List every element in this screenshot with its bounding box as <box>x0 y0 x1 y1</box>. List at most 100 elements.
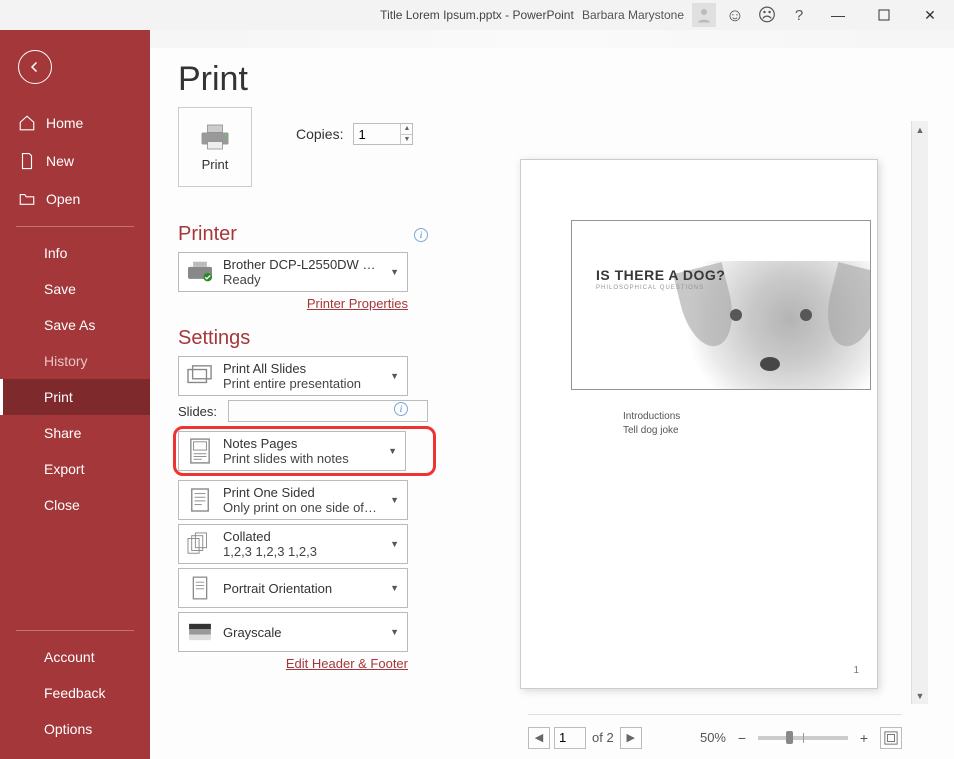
print-what-title: Print All Slides <box>223 361 380 376</box>
titlebar: Title Lorem Ipsum.pptx - PowerPoint Barb… <box>0 0 954 30</box>
page-number: 1 <box>853 665 859 676</box>
sidebar-item-close[interactable]: Close <box>0 487 150 523</box>
sidebar-item-home[interactable]: Home <box>0 104 150 142</box>
printer-info-icon[interactable]: i <box>414 228 428 242</box>
zoom-slider[interactable] <box>758 736 848 740</box>
printer-properties-link[interactable]: Printer Properties <box>178 296 408 311</box>
print-what-sub: Print entire presentation <box>223 376 380 391</box>
chevron-down-icon: ▼ <box>388 627 401 637</box>
help-button[interactable]: ? <box>786 2 812 28</box>
sidebar-item-history[interactable]: History <box>0 343 150 379</box>
scroll-up-icon[interactable]: ▲ <box>912 121 928 138</box>
chevron-down-icon: ▼ <box>388 495 401 505</box>
maximize-button[interactable] <box>864 1 904 29</box>
sidebar-item-open[interactable]: Open <box>0 180 150 218</box>
collated-sub: 1,2,3 1,2,3 1,2,3 <box>223 544 380 559</box>
maximize-icon <box>878 9 890 21</box>
sidebar-item-print[interactable]: Print <box>0 379 150 415</box>
color-title: Grayscale <box>223 625 380 640</box>
sidebar-item-info[interactable]: Info <box>0 235 150 271</box>
sidebar-item-label: Home <box>46 115 83 131</box>
chevron-down-icon: ▼ <box>388 583 401 593</box>
print-sided-sub: Only print on one side of th... <box>223 500 380 515</box>
print-settings-column: Print Copies: 1 ▲ ▼ Printer i <box>178 107 428 756</box>
collated-dropdown[interactable]: Collated 1,2,3 1,2,3 1,2,3 ▼ <box>178 524 408 564</box>
page-count-label: of 2 <box>592 730 614 745</box>
zoom-out-button[interactable]: − <box>732 728 752 748</box>
sidebar-separator <box>16 226 134 227</box>
sidebar-item-save[interactable]: Save <box>0 271 150 307</box>
close-window-button[interactable]: ✕ <box>910 1 950 29</box>
sidebar-item-save-as[interactable]: Save As <box>0 307 150 343</box>
sidebar-item-new[interactable]: New <box>0 142 150 180</box>
sidebar-item-export[interactable]: Export <box>0 451 150 487</box>
edit-header-footer-link[interactable]: Edit Header & Footer <box>178 656 408 671</box>
avatar[interactable] <box>692 3 716 27</box>
chevron-down-icon: ▼ <box>388 539 401 549</box>
header-decoration <box>150 30 954 48</box>
printer-status: Ready <box>223 272 380 287</box>
color-dropdown[interactable]: Grayscale ▼ <box>178 612 408 652</box>
sidebar-item-options[interactable]: Options <box>0 711 150 747</box>
copies-input[interactable]: 1 ▲ ▼ <box>353 123 413 145</box>
feedback-frown-icon[interactable]: ☹ <box>754 2 780 28</box>
collated-title: Collated <box>223 529 380 544</box>
slides-info-icon[interactable]: i <box>394 402 408 416</box>
slides-icon <box>185 361 215 391</box>
open-folder-icon <box>18 190 36 208</box>
scroll-down-icon[interactable]: ▼ <box>912 687 928 704</box>
print-preview-column: ▲ ▼ IS THERE A DOG? PHILOSOPHICAL QUESTI… <box>448 107 954 756</box>
printer-heading: Printer <box>178 223 237 246</box>
main-area: Print Print Copies: 1 <box>150 30 954 759</box>
minimize-button[interactable]: — <box>818 1 858 29</box>
print-button[interactable]: Print <box>178 107 252 187</box>
home-icon <box>18 114 36 132</box>
print-sided-dropdown[interactable]: Print One Sided Only print on one side o… <box>178 480 408 520</box>
copies-spinner-down[interactable]: ▼ <box>401 135 412 145</box>
username-label: Barbara Marystone <box>582 8 684 22</box>
chevron-down-icon: ▼ <box>388 267 401 277</box>
copies-value: 1 <box>358 127 365 142</box>
orientation-dropdown[interactable]: Portrait Orientation ▼ <box>178 568 408 608</box>
notes-line: Tell dog joke <box>623 424 827 438</box>
copies-label: Copies: <box>296 126 343 142</box>
user-icon <box>695 6 713 24</box>
chevron-down-icon: ▼ <box>386 446 399 456</box>
grayscale-icon <box>185 617 215 647</box>
sidebar-item-label: Open <box>46 191 80 207</box>
chevron-down-icon: ▼ <box>388 371 401 381</box>
printer-dropdown[interactable]: Brother DCP-L2550DW serie... Ready ▼ <box>178 252 408 292</box>
sidebar-item-label: New <box>46 153 74 169</box>
preview-nav-bar: ◀ 1 of 2 ▶ 50% − + <box>528 714 902 756</box>
fit-icon <box>884 731 898 745</box>
window-title: Title Lorem Ipsum.pptx - PowerPoint <box>380 8 574 22</box>
prev-page-button[interactable]: ◀ <box>528 727 550 749</box>
settings-heading: Settings <box>178 327 250 350</box>
print-layout-sub: Print slides with notes <box>223 451 378 466</box>
sidebar-item-account[interactable]: Account <box>0 639 150 675</box>
zoom-percentage[interactable]: 50% <box>700 730 726 745</box>
zoom-in-button[interactable]: + <box>854 728 874 748</box>
back-arrow-icon <box>26 58 44 76</box>
print-sided-title: Print One Sided <box>223 485 380 500</box>
sidebar-item-feedback[interactable]: Feedback <box>0 675 150 711</box>
print-layout-dropdown[interactable]: Notes Pages Print slides with notes ▼ <box>178 431 406 471</box>
next-page-button[interactable]: ▶ <box>620 727 642 749</box>
notes-line: Introductions <box>623 410 827 424</box>
print-layout-title: Notes Pages <box>223 436 378 451</box>
sidebar-item-share[interactable]: Share <box>0 415 150 451</box>
slide-title-text: IS THERE A DOG? <box>596 267 725 283</box>
slides-range-label: Slides: <box>178 404 222 419</box>
preview-scrollbar[interactable]: ▲ ▼ <box>911 121 928 704</box>
slide-subtitle-text: PHILOSOPHICAL QUESTIONS <box>596 285 704 291</box>
copies-spinner-up[interactable]: ▲ <box>401 124 412 135</box>
notes-page-icon <box>185 436 215 466</box>
back-button[interactable] <box>18 50 52 84</box>
feedback-smile-icon[interactable]: ☺ <box>722 2 748 28</box>
zoom-slider-thumb[interactable] <box>786 731 793 744</box>
current-page-input[interactable]: 1 <box>554 727 586 749</box>
print-what-dropdown[interactable]: Print All Slides Print entire presentati… <box>178 356 408 396</box>
printer-icon <box>197 123 233 151</box>
fit-to-window-button[interactable] <box>880 727 902 749</box>
orientation-title: Portrait Orientation <box>223 581 380 596</box>
